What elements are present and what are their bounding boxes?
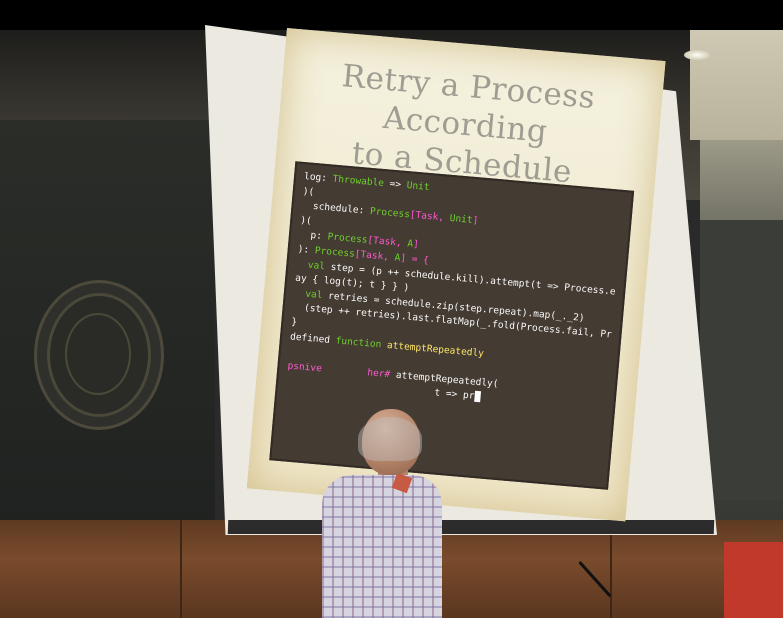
ceiling-light-icon: [684, 50, 710, 60]
code-token: )(: [302, 185, 315, 198]
code-token: Unit: [449, 213, 474, 227]
code-token: her#: [366, 367, 397, 381]
code-token: ] = {: [399, 252, 430, 267]
presenter-plaid-shirt: [322, 475, 442, 618]
code-token: ]: [412, 239, 420, 251]
code-token: val: [304, 288, 323, 301]
code-token: ):: [297, 243, 316, 257]
seal-emblem-icon: [65, 313, 131, 395]
lecture-scene: Retry a Process According to a Schedule …: [0, 0, 783, 618]
code-token: [Task,: [366, 235, 408, 250]
code-token: p:: [298, 229, 329, 243]
code-token: Process: [327, 231, 368, 247]
code-token: Process: [314, 245, 356, 260]
code-token: Process: [369, 206, 411, 221]
code-token: defined: [289, 330, 337, 346]
text-cursor: [473, 391, 481, 403]
code-token: Throwable: [332, 173, 385, 190]
code-token: =>: [383, 178, 408, 192]
code-token: Unit: [406, 180, 430, 194]
code-token: function: [335, 334, 382, 350]
code-token: ]: [472, 215, 479, 227]
ceiling-panel: [690, 30, 783, 140]
code-token: val: [307, 259, 326, 272]
top-black-bar: [0, 0, 783, 30]
code-token: )(: [299, 214, 313, 227]
code-token: psnive: [287, 360, 323, 375]
presenter: [316, 405, 476, 618]
code-token: }: [290, 316, 298, 328]
panel-seam: [180, 520, 182, 618]
code-token: [Task,: [409, 209, 451, 225]
code-token: log:: [303, 171, 334, 185]
university-seal: [34, 280, 164, 430]
presenter-hair: [358, 417, 422, 461]
right-wall-panel: [700, 220, 783, 500]
code-token: [Task,: [354, 248, 396, 264]
podium: [724, 542, 783, 618]
